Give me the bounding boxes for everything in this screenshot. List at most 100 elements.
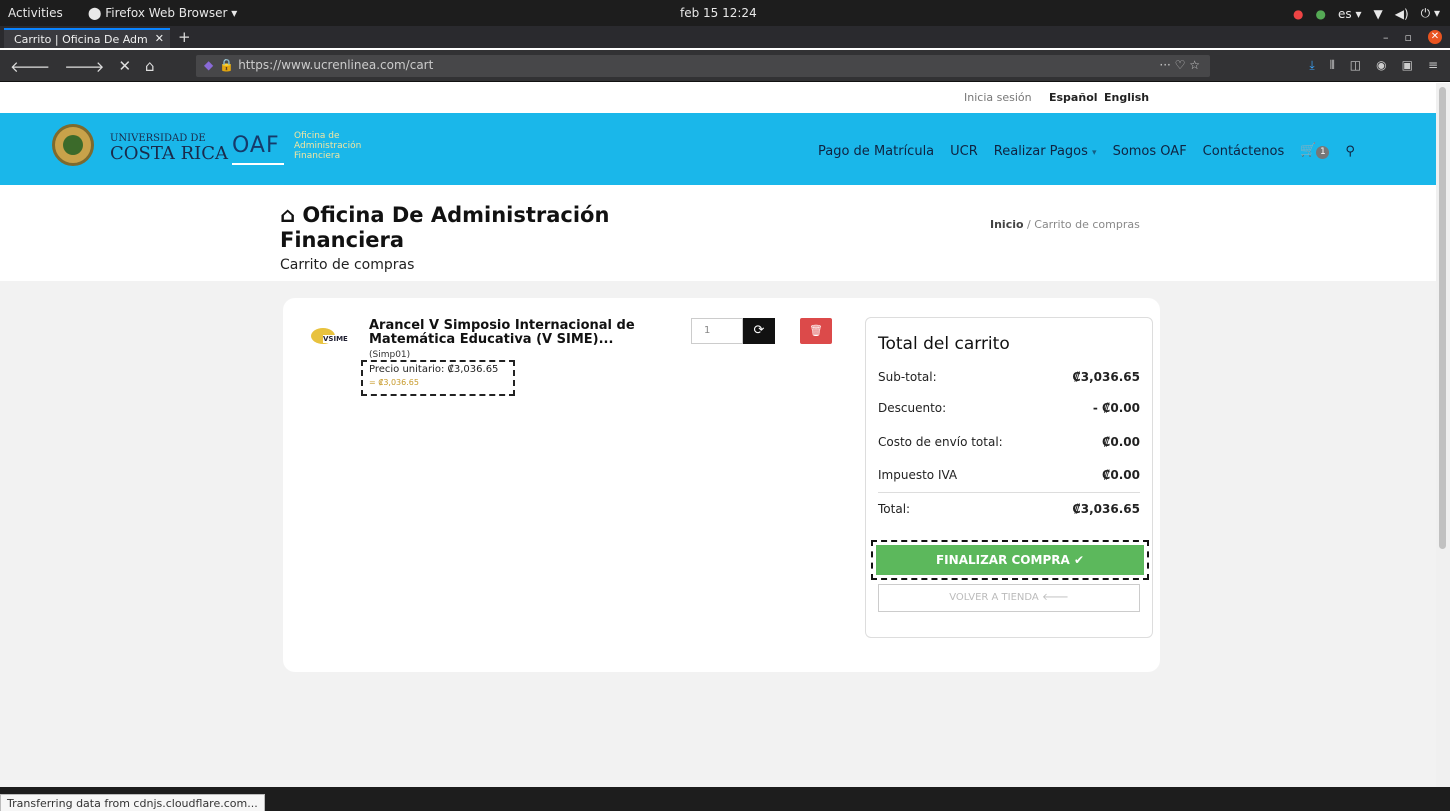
status-bar: Transferring data from cdnjs.cloudflare.… — [0, 787, 1450, 811]
home-title-icon: ⌂ — [280, 203, 303, 227]
volume-icon: ◀) — [1394, 6, 1409, 21]
page-scrollbar[interactable] — [1436, 83, 1450, 787]
ucr-seal-logo[interactable] — [52, 124, 94, 166]
subtotal-row: Sub-total: ₡3,036.65 — [878, 370, 1140, 384]
summary-title: Total del carrito — [878, 334, 1010, 354]
chrome-icon: ● — [1293, 6, 1304, 21]
breadcrumb-separator: / — [1027, 218, 1031, 231]
ucr-logo-text[interactable]: UNIVERSIDAD DE COSTA RICA — [110, 134, 228, 163]
back-to-store-button[interactable]: VOLVER A TIENDA 🡐 — [878, 584, 1140, 612]
summary-value: ₡3,036.65 — [1072, 502, 1140, 516]
url-bar[interactable]: ◆ 🔒 https://www.ucrenlinea.com/cart ··· ♡ … — [196, 55, 1210, 77]
breadcrumb-home[interactable]: Inicio — [990, 218, 1024, 231]
clock[interactable]: feb 15 12:24 — [680, 6, 757, 20]
oaf-text: OAF — [232, 133, 280, 158]
minimize-icon[interactable]: – — [1383, 31, 1389, 44]
status-message: Transferring data from cdnjs.cloudflare.… — [0, 794, 265, 811]
refresh-icon: ⟳ — [753, 323, 765, 338]
discount-row: Descuento: - ₡0.00 — [878, 401, 1140, 415]
summary-label: Total: — [878, 502, 911, 516]
new-tab-button[interactable]: + — [178, 28, 191, 46]
back-icon[interactable]: 🡐 — [10, 57, 50, 76]
tab-cart[interactable]: Carrito | Oficina De Adm ✕ — [4, 28, 170, 48]
oaf-fullname-3: Financiera — [294, 151, 341, 161]
summary-value: ₡0.00 — [1102, 435, 1140, 449]
trash-icon: 🗑 — [809, 324, 823, 337]
checkout-highlight: FINALIZAR COMPRA ✔ — [871, 540, 1149, 580]
total-row: Total: ₡3,036.65 — [878, 502, 1140, 516]
oaf-fullname-1: Oficina de — [294, 131, 340, 141]
tracking-shield-icon[interactable]: ◆ — [204, 58, 213, 72]
oaf-logo[interactable]: OAF — [232, 133, 284, 165]
app-menu[interactable]: ⬤ Firefox Web Browser ▾ — [88, 6, 237, 20]
nav-realizar-pagos[interactable]: Realizar Pagos ▾ — [994, 144, 1097, 159]
product-logo: VSIME — [311, 326, 348, 348]
nav-pago-matricula[interactable]: Pago de Matrícula — [818, 144, 934, 159]
shield-tray-icon: ● — [1315, 6, 1327, 21]
cart-button[interactable]: 🛒 1 — [1300, 143, 1330, 159]
sidebar-icon[interactable]: ◫ — [1350, 58, 1361, 73]
close-window-icon[interactable]: ✕ — [1428, 30, 1442, 44]
checkout-button[interactable]: FINALIZAR COMPRA ✔ — [876, 545, 1144, 575]
summary-value: ₡0.00 — [1102, 468, 1140, 482]
page-title: ⌂ Oficina De Administración Financiera — [280, 203, 700, 253]
product-sku: (Simp01) — [369, 350, 411, 360]
quantity-input[interactable]: 1 — [691, 318, 743, 344]
library-icon[interactable]: ⫴ — [1330, 58, 1335, 73]
login-link[interactable]: Inicia sesión — [964, 91, 1032, 104]
summary-label: Impuesto IVA — [878, 468, 958, 482]
firefox-icon: ⬤ — [88, 6, 106, 20]
main-menu: Pago de Matrícula UCR Realizar Pagos ▾ S… — [818, 143, 1355, 159]
forward-icon[interactable]: 🡒 — [64, 57, 104, 76]
url-text[interactable]: https://www.ucrenlinea.com/cart — [238, 58, 433, 72]
stop-icon[interactable]: ✕ — [118, 57, 131, 76]
wifi-icon: ▼ — [1373, 6, 1383, 21]
lang-es-link[interactable]: Español — [1049, 91, 1098, 104]
chevron-down-icon: ▾ — [1092, 147, 1097, 158]
maximize-icon[interactable]: ▫ — [1405, 31, 1412, 44]
unit-price: Precio unitario: ₡3,036.65 — [369, 364, 499, 375]
page-title-text: Oficina De Administración Financiera — [280, 203, 610, 252]
power-icon: ⏻ ▾ — [1420, 6, 1440, 20]
page-subtitle: Carrito de compras — [280, 257, 415, 273]
search-icon[interactable]: ⚲ — [1345, 144, 1355, 159]
page-actions-icon[interactable]: ··· ♡ ☆ — [1159, 58, 1200, 72]
cart-card: VSIME Arancel V Simposio Internacional d… — [283, 298, 1160, 672]
page-title-bar: ⌂ Oficina De Administración Financiera C… — [0, 185, 1436, 281]
system-tray[interactable]: ● ● es ▾ ▼ ◀) ⏻ ▾ — [1293, 6, 1440, 21]
window-controls: – ▫ ✕ — [1383, 30, 1442, 44]
line-total: = ₡3,036.65 — [369, 378, 419, 387]
home-icon[interactable]: ⌂ — [145, 57, 155, 76]
site-header: UNIVERSIDAD DE COSTA RICA OAF Oficina de… — [0, 113, 1436, 185]
menu-icon[interactable]: ≡ — [1428, 58, 1438, 73]
close-tab-icon[interactable]: ✕ — [155, 32, 164, 45]
nav-somos-oaf[interactable]: Somos OAF — [1113, 144, 1187, 159]
tab-strip: Carrito | Oficina De Adm ✕ + – ▫ ✕ — [0, 26, 1450, 48]
nav-ucr[interactable]: UCR — [950, 144, 978, 159]
summary-divider — [878, 492, 1140, 493]
summary-label: Costo de envío total: — [878, 435, 1003, 449]
toolbar-icons: ⤓ ⫴ ◫ ◉ ▣ ≡ — [1309, 58, 1438, 73]
summary-value: ₡3,036.65 — [1072, 370, 1140, 384]
system-top-bar: Activities ⬤ Firefox Web Browser ▾ feb 1… — [0, 0, 1450, 26]
utility-bar: Inicia sesión Español English — [0, 83, 1436, 113]
activities-button[interactable]: Activities — [8, 6, 63, 20]
keyboard-language[interactable]: es ▾ — [1338, 7, 1361, 21]
product-name[interactable]: Arancel V Simposio Internacional de Mate… — [369, 319, 639, 347]
cart-icon: 🛒 — [1300, 143, 1317, 158]
remove-item-button[interactable]: 🗑 — [800, 318, 832, 344]
web-page: Inicia sesión Español English UNIVERSIDA… — [0, 83, 1436, 787]
download-icon[interactable]: ⤓ — [1309, 58, 1314, 73]
lang-en-link[interactable]: English — [1104, 91, 1149, 104]
shipping-row: Costo de envío total: ₡0.00 — [878, 435, 1140, 449]
update-quantity-button[interactable]: ⟳ — [743, 318, 775, 344]
oaf-fullname: Oficina de Administración Financiera — [294, 131, 361, 161]
nav-contactenos[interactable]: Contáctenos — [1203, 144, 1285, 159]
navigation-toolbar: 🡐 🡒 ✕ ⌂ ◆ 🔒 https://www.ucrenlinea.com/car… — [0, 50, 1450, 82]
account-icon[interactable]: ◉ — [1376, 58, 1386, 73]
scrollbar-thumb[interactable] — [1439, 87, 1446, 549]
extension-icon[interactable]: ▣ — [1402, 58, 1413, 73]
lock-icon[interactable]: 🔒 — [219, 58, 234, 72]
oaf-fullname-2: Administración — [294, 141, 362, 151]
summary-value: - ₡0.00 — [1092, 401, 1140, 415]
